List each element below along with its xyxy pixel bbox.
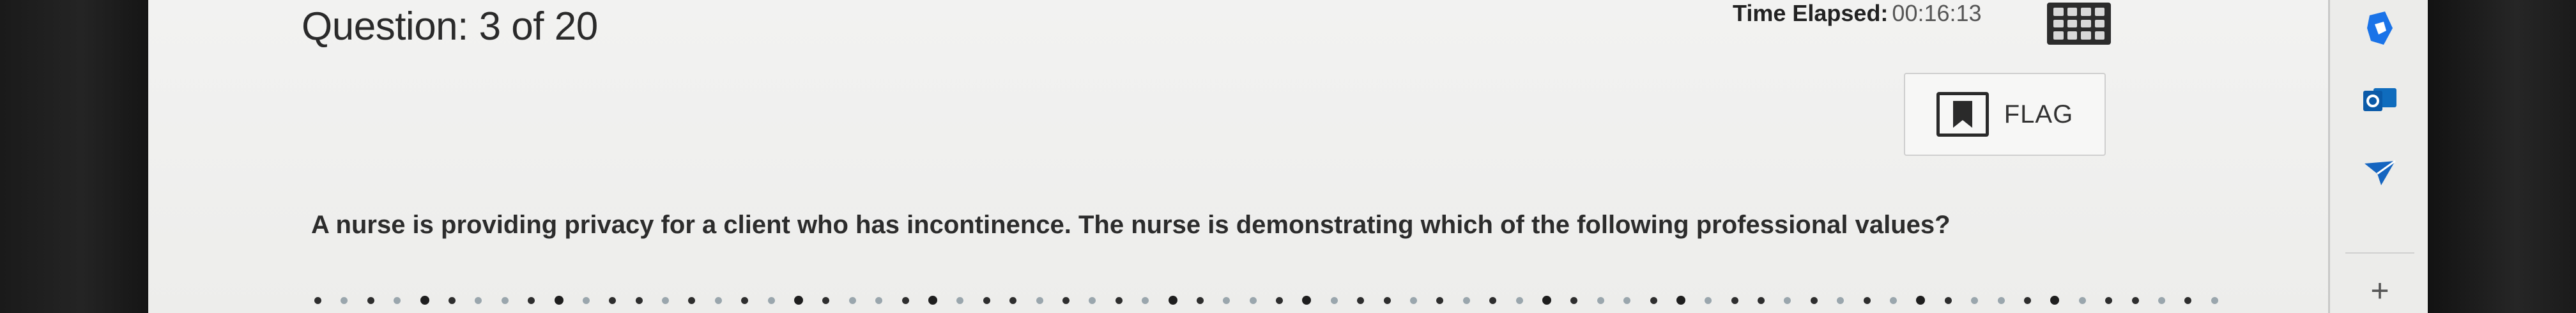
calculator-icon bbox=[2053, 8, 2064, 16]
browser-window: Question: 3 of 20 Time Elapsed: 00:16:13 … bbox=[148, 0, 2428, 313]
screen-bezel-left bbox=[0, 0, 148, 313]
progress-dot bbox=[1276, 296, 1284, 304]
progress-dot bbox=[767, 296, 775, 304]
outlook-icon[interactable] bbox=[2362, 84, 2398, 114]
exam-content: Question: 3 of 20 Time Elapsed: 00:16:13 … bbox=[148, 0, 2301, 313]
progress-dot bbox=[635, 296, 643, 304]
progress-dot bbox=[1542, 296, 1551, 305]
progress-dot bbox=[1784, 296, 1791, 304]
progress-dot bbox=[928, 296, 937, 305]
progress-dot bbox=[875, 296, 883, 304]
progress-dot bbox=[1758, 296, 1765, 304]
progress-dot bbox=[822, 296, 830, 304]
progress-dot bbox=[1515, 296, 1523, 304]
time-elapsed-label: Time Elapsed: bbox=[1733, 0, 1889, 26]
add-icon[interactable]: + bbox=[2370, 275, 2389, 307]
time-elapsed: Time Elapsed: 00:16:13 bbox=[1733, 0, 1982, 27]
screen-bezel-right bbox=[2428, 0, 2576, 313]
progress-dot bbox=[1705, 296, 1712, 304]
progress-dot bbox=[528, 296, 535, 304]
progress-dot bbox=[2158, 296, 2165, 304]
progress-dot bbox=[1089, 296, 1096, 304]
progress-dot bbox=[420, 296, 429, 305]
progress-dot bbox=[1462, 296, 1470, 304]
progress-dot bbox=[554, 296, 564, 305]
calculator-button[interactable] bbox=[2047, 3, 2111, 45]
progress-dot bbox=[1837, 296, 1844, 304]
time-elapsed-value: 00:16:13 bbox=[1892, 0, 1982, 26]
progress-dot bbox=[1357, 296, 1365, 304]
progress-dot bbox=[1410, 296, 1418, 304]
progress-dot bbox=[1971, 296, 1979, 304]
progress-dot bbox=[501, 296, 509, 304]
toolbar-divider bbox=[2345, 252, 2414, 254]
progress-dot bbox=[2184, 296, 2192, 304]
progress-dot bbox=[901, 296, 909, 304]
progress-dot bbox=[609, 296, 617, 304]
progress-dot bbox=[1436, 296, 1444, 304]
progress-dot bbox=[1597, 296, 1604, 304]
progress-dot bbox=[1863, 296, 1871, 304]
question-counter: Question: 3 of 20 bbox=[302, 4, 598, 49]
progress-dot bbox=[1890, 296, 1897, 304]
progress-dot bbox=[794, 296, 804, 305]
progress-dot bbox=[1330, 296, 1338, 304]
progress-dot bbox=[1168, 296, 1177, 305]
progress-dot bbox=[1944, 296, 1952, 304]
progress-dot bbox=[2105, 296, 2113, 304]
progress-dot bbox=[1142, 296, 1149, 304]
flag-label: FLAG bbox=[2004, 100, 2074, 128]
progress-dot bbox=[662, 296, 670, 304]
progress-dot bbox=[2131, 296, 2139, 304]
progress-dot bbox=[1223, 296, 1230, 304]
progress-dot bbox=[582, 296, 590, 304]
progress-dot bbox=[1916, 296, 1926, 305]
progress-dot bbox=[1249, 296, 1257, 304]
progress-dot bbox=[714, 296, 722, 304]
side-panel-toolbar: + bbox=[2328, 0, 2428, 313]
progress-dot bbox=[848, 296, 856, 304]
progress-dot bbox=[1570, 296, 1578, 304]
progress-dot bbox=[394, 296, 401, 304]
progress-dot bbox=[1997, 296, 2005, 304]
progress-dot bbox=[1196, 296, 1204, 304]
progress-dot bbox=[1810, 296, 1818, 304]
progress-dot bbox=[2211, 296, 2218, 304]
progress-dot bbox=[1383, 296, 1391, 304]
progress-dot bbox=[956, 296, 964, 304]
question-progress-indicator bbox=[314, 293, 2218, 308]
send-icon[interactable] bbox=[2363, 160, 2396, 187]
progress-dot bbox=[1623, 296, 1631, 304]
question-stem: A nurse is providing privacy for a clien… bbox=[311, 211, 1951, 239]
progress-dot bbox=[2024, 296, 2031, 304]
progress-dot bbox=[341, 296, 348, 304]
progress-dot bbox=[1650, 296, 1657, 304]
progress-dot bbox=[741, 296, 749, 304]
progress-dot bbox=[448, 296, 456, 304]
progress-dot bbox=[1036, 296, 1043, 304]
progress-dot bbox=[983, 296, 990, 304]
progress-dot bbox=[688, 296, 696, 304]
progress-dot bbox=[1009, 296, 1017, 304]
progress-dot bbox=[1489, 296, 1497, 304]
drive-icon[interactable] bbox=[2365, 9, 2395, 47]
progress-dot bbox=[314, 296, 321, 304]
progress-dot bbox=[1062, 296, 1070, 304]
progress-dot bbox=[2078, 296, 2086, 304]
progress-dot bbox=[1115, 296, 1123, 304]
progress-dot bbox=[2050, 296, 2060, 305]
progress-dot bbox=[367, 296, 374, 304]
flag-button[interactable]: FLAG bbox=[1904, 73, 2106, 156]
progress-dot bbox=[1676, 296, 1685, 305]
progress-dot bbox=[1731, 296, 1738, 304]
bookmark-icon bbox=[1936, 92, 1989, 137]
progress-dot bbox=[1302, 296, 1312, 305]
progress-dot bbox=[475, 296, 482, 304]
